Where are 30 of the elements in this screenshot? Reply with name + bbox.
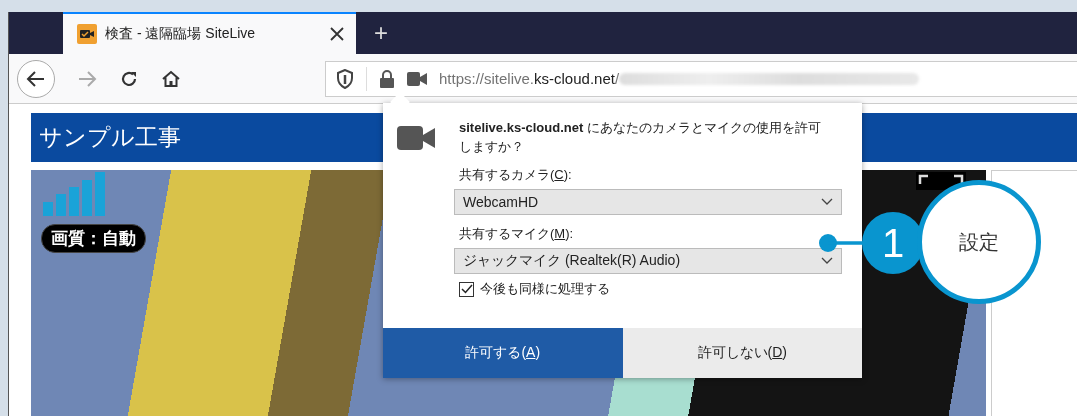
lock-icon[interactable] [379,69,395,88]
permission-message: sitelive.ks-cloud.net にあなたのカメラとマイクの使用を許可しますか？ [459,119,822,156]
field-label: 共有するカメラ(C): [459,166,573,184]
back-arrow-icon [26,68,46,89]
camera-icon [397,126,435,150]
dropdown-field[interactable]: ジャックマイク (Realtek(R) Audio) [454,248,842,274]
home-icon[interactable] [161,68,181,89]
shield-icon[interactable] [336,68,354,89]
chevron-down-icon [821,198,833,206]
close-icon[interactable] [330,27,344,41]
url-text: https://sitelive. [439,70,535,87]
chevron-down-icon [821,257,833,265]
quality-label[interactable]: 画質：自動 [41,224,146,253]
field-label: 共有するマイク(M): [459,225,575,243]
url-text: ks-cloud.net [534,70,615,87]
signal-strength-icon [43,172,107,216]
remember-checkbox[interactable] [459,281,474,297]
new-tab-button[interactable]: + [374,21,388,45]
tab-title: 検査 - 遠隔臨場 SiteLive [105,25,257,43]
browser-tab[interactable]: 検査 - 遠隔臨場 SiteLive [63,12,356,54]
camera-icon [77,24,97,44]
deny-button[interactable]: 許可しない(D) [622,328,862,378]
camera-icon[interactable] [407,71,427,86]
fullscreen-icon[interactable] [916,172,966,190]
allow-button[interactable]: 許可する(A) [383,328,623,378]
checkbox-label[interactable]: 今後も同様に処理する [480,280,610,298]
address-bar[interactable]: https://sitelive.ks-cloud.net/ [325,60,1077,97]
back-button[interactable] [17,59,55,98]
url-text: / [614,70,620,87]
dropdown-field[interactable]: WebcamHD [454,189,842,215]
